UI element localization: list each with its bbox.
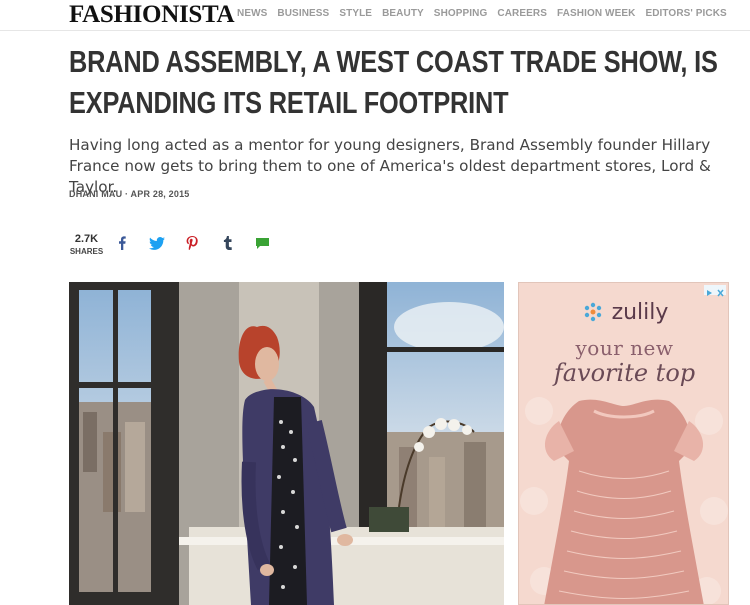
facebook-icon[interactable] (115, 236, 129, 250)
article-hero-image (69, 282, 504, 605)
nav-news[interactable]: NEWS (237, 8, 267, 19)
nav-style[interactable]: STYLE (339, 8, 372, 19)
nav-editors-picks[interactable]: EDITORS' PICKS (645, 8, 726, 19)
main-nav: NEWS BUSINESS STYLE BEAUTY SHOPPING CARE… (237, 8, 737, 19)
adchoices-icon[interactable] (704, 285, 726, 297)
nav-careers[interactable]: CAREERS (497, 8, 547, 19)
nav-shopping[interactable]: SHOPPING (434, 8, 488, 19)
headline-line-1: BRAND ASSEMBLY, A WEST COAST TRADE SHOW,… (69, 45, 718, 79)
headline-line-2: EXPANDING ITS RETAIL FOOTPRINT (69, 86, 509, 120)
article-byline[interactable]: DHANI MAU · APR 28, 2015 (69, 189, 190, 199)
ad-tagline-line-1: your new (575, 336, 674, 360)
nav-beauty[interactable]: BEAUTY (382, 8, 424, 19)
site-header: FASHIONISTA NEWS BUSINESS STYLE BEAUTY S… (0, 0, 750, 31)
share-count-label: SHARES (69, 247, 104, 256)
ad-brand-logo: zulily (519, 300, 728, 325)
tumblr-icon[interactable] (221, 236, 235, 250)
article-headline: BRAND ASSEMBLY, A WEST COAST TRADE SHOW,… (69, 42, 718, 124)
share-count-number: 2.7K (74, 233, 99, 245)
ad-product-image (520, 397, 728, 604)
site-logo[interactable]: FASHIONISTA (69, 1, 235, 29)
zulily-flower-icon (584, 302, 601, 322)
advertisement[interactable]: zulily your new favorite top (518, 282, 729, 605)
pinterest-icon[interactable] (185, 236, 199, 250)
nav-business[interactable]: BUSINESS (277, 8, 329, 19)
comment-icon[interactable] (255, 236, 270, 250)
nav-fashion-week[interactable]: FASHION WEEK (557, 8, 635, 19)
twitter-icon[interactable] (149, 236, 165, 250)
share-count: 2.7K SHARES (69, 233, 104, 256)
ad-tagline-line-2: favorite top (553, 359, 696, 387)
ad-brand-name: zulily (611, 300, 669, 325)
